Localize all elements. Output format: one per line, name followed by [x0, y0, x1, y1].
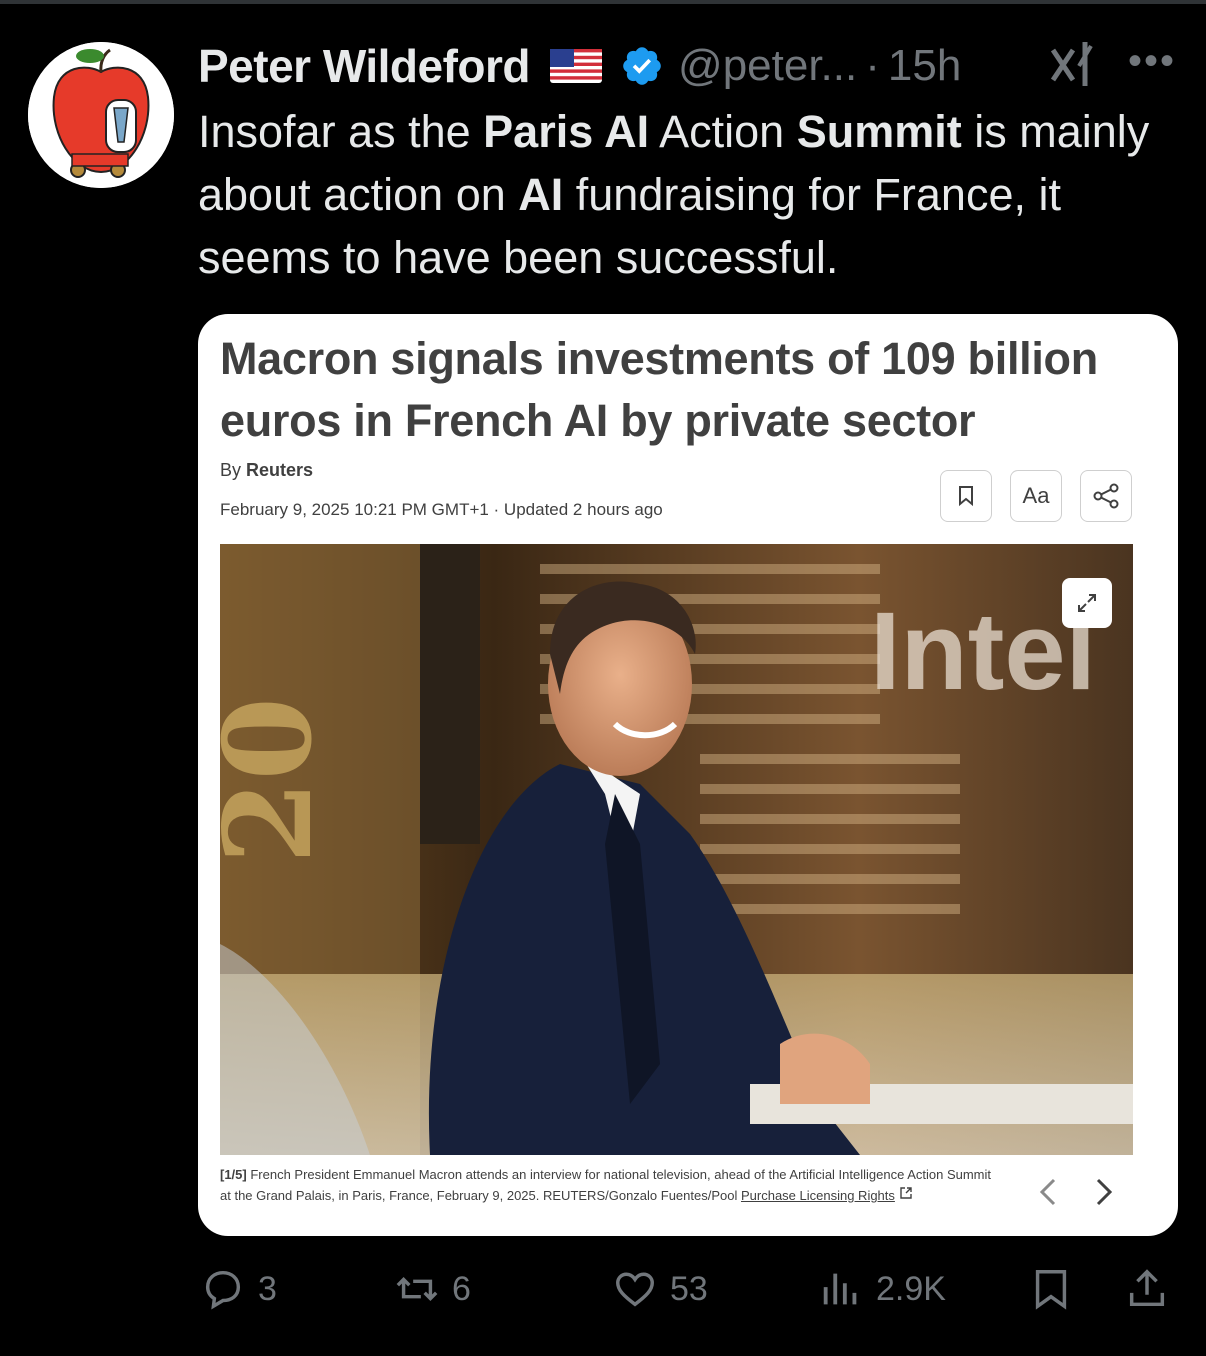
photo-caption: [1/5] French President Emmanuel Macron a… — [220, 1164, 1000, 1206]
views-chart-icon — [823, 1273, 857, 1305]
tweet-text-segment: Summit — [796, 106, 962, 157]
author-handle[interactable]: @peter... — [678, 41, 857, 91]
author-name[interactable]: Peter Wildeford — [198, 39, 531, 93]
tweet-header: Peter Wildeford @peter... · 15h — [198, 36, 1188, 96]
timestamp[interactable]: 15h — [888, 41, 961, 91]
tweet-text: Insofar as the Paris AI Action Summit is… — [198, 100, 1158, 289]
tweet-text-segment: AI — [518, 169, 564, 220]
macron-photo-image: 20 Intel — [220, 544, 1133, 1155]
tweet-text-segment: Insofar as the — [198, 106, 484, 157]
repost-icon — [396, 1276, 438, 1302]
byline-source[interactable]: Reuters — [246, 460, 313, 480]
reply-count: 3 — [258, 1269, 277, 1308]
purchase-licensing-link[interactable]: Purchase Licensing Rights — [741, 1188, 895, 1203]
share-icon — [1093, 483, 1119, 509]
repost-button[interactable]: 6 — [394, 1256, 471, 1322]
previous-photo-icon[interactable] — [1036, 1174, 1060, 1210]
reply-icon — [205, 1270, 241, 1310]
heart-icon — [616, 1272, 654, 1307]
separator-dot: · — [865, 41, 880, 90]
share-upload-icon — [1129, 1269, 1165, 1307]
tweet-text-segment: Action — [649, 106, 797, 157]
view-count: 2.9K — [876, 1269, 946, 1308]
bookmark-icon — [959, 486, 973, 507]
byline-prefix: By — [220, 460, 247, 480]
caption-index: [1/5] — [220, 1167, 247, 1182]
share-article-button[interactable] — [1080, 470, 1132, 522]
article-byline: By Reuters — [220, 460, 313, 481]
expand-photo-button[interactable] — [1062, 578, 1112, 628]
tweet-action-bar: 3 6 53 2.9K — [198, 1256, 1178, 1322]
verified-badge-icon — [623, 47, 661, 85]
more-options-icon[interactable]: ••• — [1128, 41, 1176, 81]
photo-background-text: 20 — [220, 697, 339, 864]
article-dateline: February 9, 2025 10:21 PM GMT+1 · Update… — [220, 500, 663, 519]
reply-button[interactable]: 3 — [200, 1256, 277, 1322]
expand-icon — [1078, 594, 1096, 612]
font-size-button[interactable]: Aa — [1010, 470, 1062, 522]
grok-icon[interactable] — [1045, 36, 1101, 92]
article-headline: Macron signals investments of 109 billio… — [220, 333, 1098, 446]
bookmark-icon — [1035, 1270, 1067, 1310]
article-card[interactable]: Macron signals investments of 109 billio… — [198, 314, 1178, 1236]
repost-count: 6 — [452, 1269, 471, 1308]
us-flag-icon — [550, 49, 603, 83]
top-divider — [0, 0, 1206, 4]
external-link-icon — [899, 1187, 912, 1199]
article-photo[interactable]: 20 Intel — [220, 544, 1133, 1155]
tweet-text-segment: Paris AI — [483, 106, 650, 157]
apple-mascot-icon — [28, 42, 174, 188]
next-photo-icon[interactable] — [1092, 1174, 1116, 1210]
like-button[interactable]: 53 — [612, 1256, 708, 1322]
bookmark-article-button[interactable] — [940, 470, 992, 522]
like-count: 53 — [670, 1269, 708, 1308]
font-size-label: Aa — [1022, 483, 1050, 508]
share-button[interactable] — [1124, 1256, 1170, 1322]
avatar[interactable] — [28, 42, 174, 188]
bookmark-button[interactable] — [1028, 1256, 1074, 1322]
views-button[interactable]: 2.9K — [818, 1256, 946, 1322]
